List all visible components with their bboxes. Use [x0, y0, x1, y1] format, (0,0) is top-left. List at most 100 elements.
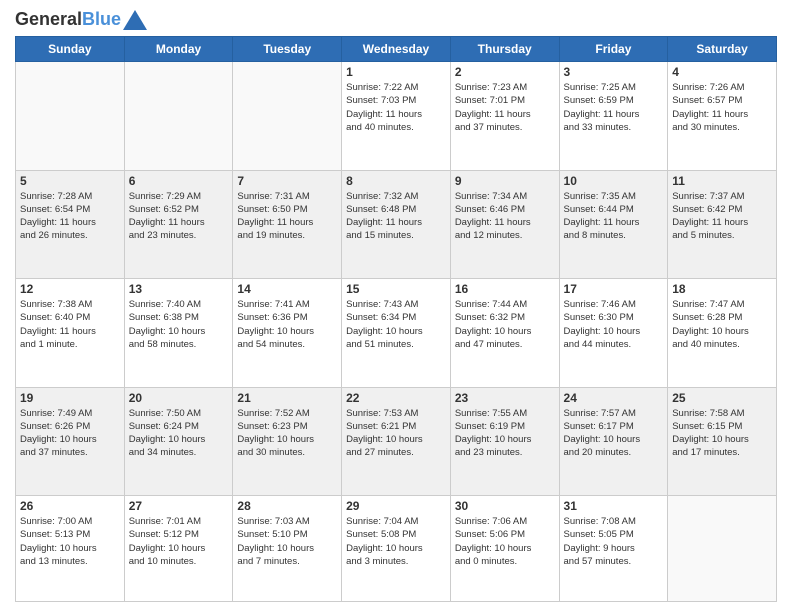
- calendar-header-row: SundayMondayTuesdayWednesdayThursdayFrid…: [16, 37, 777, 62]
- calendar-cell: 22 Sunrise: 7:53 AM Sunset: 6:21 PM Dayli…: [342, 387, 451, 496]
- day-info: Sunrise: 7:58 AM Sunset: 6:15 PM Dayligh…: [672, 407, 772, 460]
- day-info: Sunrise: 7:47 AM Sunset: 6:28 PM Dayligh…: [672, 298, 772, 351]
- calendar-cell: 15Sunrise: 7:43 AM Sunset: 6:34 PM Dayli…: [342, 279, 451, 388]
- weekday-header-tuesday: Tuesday: [233, 37, 342, 62]
- day-number: 14: [237, 282, 337, 296]
- day-number: 13: [129, 282, 229, 296]
- day-number: 6: [129, 174, 229, 188]
- header: GeneralBlue: [15, 10, 777, 30]
- day-info: Sunrise: 7:22 AM Sunset: 7:03 PM Dayligh…: [346, 81, 446, 134]
- day-number: 31: [564, 499, 664, 513]
- logo-icon: [123, 10, 147, 30]
- calendar-cell: 23Sunrise: 7:55 AM Sunset: 6:19 PM Dayli…: [450, 387, 559, 496]
- day-number: 29: [346, 499, 446, 513]
- day-info: Sunrise: 7:08 AM Sunset: 5:05 PM Dayligh…: [564, 515, 664, 568]
- day-info: Sunrise: 7:26 AM Sunset: 6:57 PM Dayligh…: [672, 81, 772, 134]
- day-number: 18: [672, 282, 772, 296]
- day-info: Sunrise: 7:31 AM Sunset: 6:50 PM Dayligh…: [237, 190, 337, 243]
- day-number: 26: [20, 499, 120, 513]
- day-number: 1: [346, 65, 446, 79]
- calendar-cell: [16, 62, 125, 171]
- day-info: Sunrise: 7:03 AM Sunset: 5:10 PM Dayligh…: [237, 515, 337, 568]
- day-info: Sunrise: 7:41 AM Sunset: 6:36 PM Dayligh…: [237, 298, 337, 351]
- calendar-cell: 8 Sunrise: 7:32 AM Sunset: 6:48 PM Daylig…: [342, 170, 451, 279]
- calendar-cell: 17 Sunrise: 7:46 AM Sunset: 6:30 PM Dayli…: [559, 279, 668, 388]
- day-number: 2: [455, 65, 555, 79]
- day-info: Sunrise: 7:57 AM Sunset: 6:17 PM Dayligh…: [564, 407, 664, 460]
- day-info: Sunrise: 7:25 AM Sunset: 6:59 PM Dayligh…: [564, 81, 664, 134]
- day-number: 24: [564, 391, 664, 405]
- calendar-week-5: 26 Sunrise: 7:00 AM Sunset: 5:13 PM Dayli…: [16, 496, 777, 602]
- calendar-cell: 6 Sunrise: 7:29 AM Sunset: 6:52 PM Daylig…: [124, 170, 233, 279]
- weekday-header-monday: Monday: [124, 37, 233, 62]
- calendar-cell: 21 Sunrise: 7:52 AM Sunset: 6:23 PM Dayli…: [233, 387, 342, 496]
- calendar-cell: 11 Sunrise: 7:37 AM Sunset: 6:42 PM Dayli…: [668, 170, 777, 279]
- calendar-cell: 20Sunrise: 7:50 AM Sunset: 6:24 PM Dayli…: [124, 387, 233, 496]
- day-info: Sunrise: 7:37 AM Sunset: 6:42 PM Dayligh…: [672, 190, 772, 243]
- calendar-cell: 27Sunrise: 7:01 AM Sunset: 5:12 PM Dayli…: [124, 496, 233, 602]
- calendar-cell: [668, 496, 777, 602]
- day-info: Sunrise: 7:52 AM Sunset: 6:23 PM Dayligh…: [237, 407, 337, 460]
- weekday-header-saturday: Saturday: [668, 37, 777, 62]
- day-info: Sunrise: 7:38 AM Sunset: 6:40 PM Dayligh…: [20, 298, 120, 351]
- day-info: Sunrise: 7:23 AM Sunset: 7:01 PM Dayligh…: [455, 81, 555, 134]
- day-info: Sunrise: 7:04 AM Sunset: 5:08 PM Dayligh…: [346, 515, 446, 568]
- day-number: 28: [237, 499, 337, 513]
- day-info: Sunrise: 7:32 AM Sunset: 6:48 PM Dayligh…: [346, 190, 446, 243]
- day-info: Sunrise: 7:53 AM Sunset: 6:21 PM Dayligh…: [346, 407, 446, 460]
- day-number: 4: [672, 65, 772, 79]
- calendar-cell: 7 Sunrise: 7:31 AM Sunset: 6:50 PM Daylig…: [233, 170, 342, 279]
- calendar-cell: 12 Sunrise: 7:38 AM Sunset: 6:40 PM Dayli…: [16, 279, 125, 388]
- day-info: Sunrise: 7:34 AM Sunset: 6:46 PM Dayligh…: [455, 190, 555, 243]
- calendar-cell: 24 Sunrise: 7:57 AM Sunset: 6:17 PM Dayli…: [559, 387, 668, 496]
- calendar-cell: 16 Sunrise: 7:44 AM Sunset: 6:32 PM Dayli…: [450, 279, 559, 388]
- logo: GeneralBlue: [15, 10, 147, 30]
- day-number: 23: [455, 391, 555, 405]
- day-info: Sunrise: 7:29 AM Sunset: 6:52 PM Dayligh…: [129, 190, 229, 243]
- weekday-header-thursday: Thursday: [450, 37, 559, 62]
- day-number: 5: [20, 174, 120, 188]
- day-number: 25: [672, 391, 772, 405]
- calendar-cell: 13 Sunrise: 7:40 AM Sunset: 6:38 PM Dayli…: [124, 279, 233, 388]
- calendar-week-4: 19 Sunrise: 7:49 AM Sunset: 6:26 PM Dayli…: [16, 387, 777, 496]
- calendar-cell: 1 Sunrise: 7:22 AM Sunset: 7:03 PM Daylig…: [342, 62, 451, 171]
- weekday-header-friday: Friday: [559, 37, 668, 62]
- day-info: Sunrise: 7:40 AM Sunset: 6:38 PM Dayligh…: [129, 298, 229, 351]
- day-info: Sunrise: 7:35 AM Sunset: 6:44 PM Dayligh…: [564, 190, 664, 243]
- day-info: Sunrise: 7:00 AM Sunset: 5:13 PM Dayligh…: [20, 515, 120, 568]
- day-number: 17: [564, 282, 664, 296]
- day-number: 15: [346, 282, 446, 296]
- day-number: 7: [237, 174, 337, 188]
- day-number: 11: [672, 174, 772, 188]
- calendar-cell: [233, 62, 342, 171]
- day-number: 3: [564, 65, 664, 79]
- day-info: Sunrise: 7:46 AM Sunset: 6:30 PM Dayligh…: [564, 298, 664, 351]
- day-number: 12: [20, 282, 120, 296]
- day-number: 22: [346, 391, 446, 405]
- logo-text: GeneralBlue: [15, 10, 121, 30]
- calendar-cell: 19 Sunrise: 7:49 AM Sunset: 6:26 PM Dayli…: [16, 387, 125, 496]
- calendar-cell: 14 Sunrise: 7:41 AM Sunset: 6:36 PM Dayli…: [233, 279, 342, 388]
- calendar-cell: 25 Sunrise: 7:58 AM Sunset: 6:15 PM Dayli…: [668, 387, 777, 496]
- calendar-cell: 26 Sunrise: 7:00 AM Sunset: 5:13 PM Dayli…: [16, 496, 125, 602]
- calendar-cell: 30Sunrise: 7:06 AM Sunset: 5:06 PM Dayli…: [450, 496, 559, 602]
- calendar-table: SundayMondayTuesdayWednesdayThursdayFrid…: [15, 36, 777, 602]
- calendar-cell: 5 Sunrise: 7:28 AM Sunset: 6:54 PM Daylig…: [16, 170, 125, 279]
- day-info: Sunrise: 7:28 AM Sunset: 6:54 PM Dayligh…: [20, 190, 120, 243]
- calendar-cell: [124, 62, 233, 171]
- weekday-header-sunday: Sunday: [16, 37, 125, 62]
- calendar-week-2: 5 Sunrise: 7:28 AM Sunset: 6:54 PM Daylig…: [16, 170, 777, 279]
- calendar-cell: 29 Sunrise: 7:04 AM Sunset: 5:08 PM Dayli…: [342, 496, 451, 602]
- day-info: Sunrise: 7:49 AM Sunset: 6:26 PM Dayligh…: [20, 407, 120, 460]
- calendar-week-1: 1 Sunrise: 7:22 AM Sunset: 7:03 PM Daylig…: [16, 62, 777, 171]
- calendar-cell: 18 Sunrise: 7:47 AM Sunset: 6:28 PM Dayli…: [668, 279, 777, 388]
- day-info: Sunrise: 7:44 AM Sunset: 6:32 PM Dayligh…: [455, 298, 555, 351]
- day-number: 8: [346, 174, 446, 188]
- day-number: 21: [237, 391, 337, 405]
- day-info: Sunrise: 7:50 AM Sunset: 6:24 PM Dayligh…: [129, 407, 229, 460]
- day-number: 16: [455, 282, 555, 296]
- calendar-cell: 9 Sunrise: 7:34 AM Sunset: 6:46 PM Daylig…: [450, 170, 559, 279]
- day-number: 19: [20, 391, 120, 405]
- day-number: 9: [455, 174, 555, 188]
- weekday-header-wednesday: Wednesday: [342, 37, 451, 62]
